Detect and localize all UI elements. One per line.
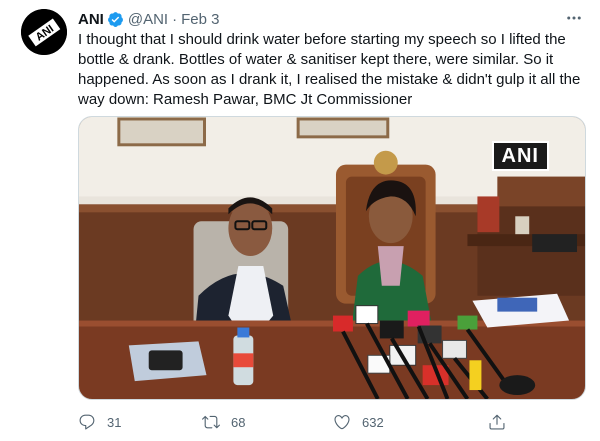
media-watermark: ANI bbox=[491, 141, 549, 171]
tweet-header: ANI @ANI · Feb 3 bbox=[78, 9, 219, 29]
reply-count: 31 bbox=[107, 414, 122, 430]
separator-dot: · bbox=[172, 10, 178, 28]
tweet[interactable]: ANI ANI @ANI · Feb 3 I thought that I sh… bbox=[0, 0, 600, 441]
author-name[interactable]: ANI bbox=[78, 11, 104, 28]
more-horizontal-icon bbox=[567, 16, 581, 20]
retweet-button[interactable]: 68 bbox=[202, 411, 245, 433]
share-button[interactable] bbox=[488, 411, 506, 433]
more-options-button[interactable] bbox=[564, 8, 584, 28]
share-icon bbox=[489, 414, 505, 430]
like-button[interactable]: 632 bbox=[333, 411, 384, 433]
reply-icon bbox=[79, 414, 95, 430]
tweet-date[interactable]: Feb 3 bbox=[181, 11, 219, 28]
avatar[interactable]: ANI bbox=[21, 9, 67, 55]
retweet-icon bbox=[202, 415, 220, 429]
like-count: 632 bbox=[362, 414, 384, 430]
tweet-media-image[interactable]: ANI bbox=[78, 116, 586, 400]
ani-logo-icon: ANI bbox=[21, 9, 67, 55]
reply-button[interactable]: 31 bbox=[78, 411, 121, 433]
tweet-text: I thought that I should drink water befo… bbox=[78, 31, 585, 108]
author-handle[interactable]: @ANI bbox=[128, 11, 168, 28]
retweet-count: 68 bbox=[231, 414, 246, 430]
heart-icon bbox=[334, 415, 350, 430]
tweet-actions: 31 68 632 bbox=[78, 411, 518, 433]
verified-badge-icon bbox=[107, 11, 124, 28]
